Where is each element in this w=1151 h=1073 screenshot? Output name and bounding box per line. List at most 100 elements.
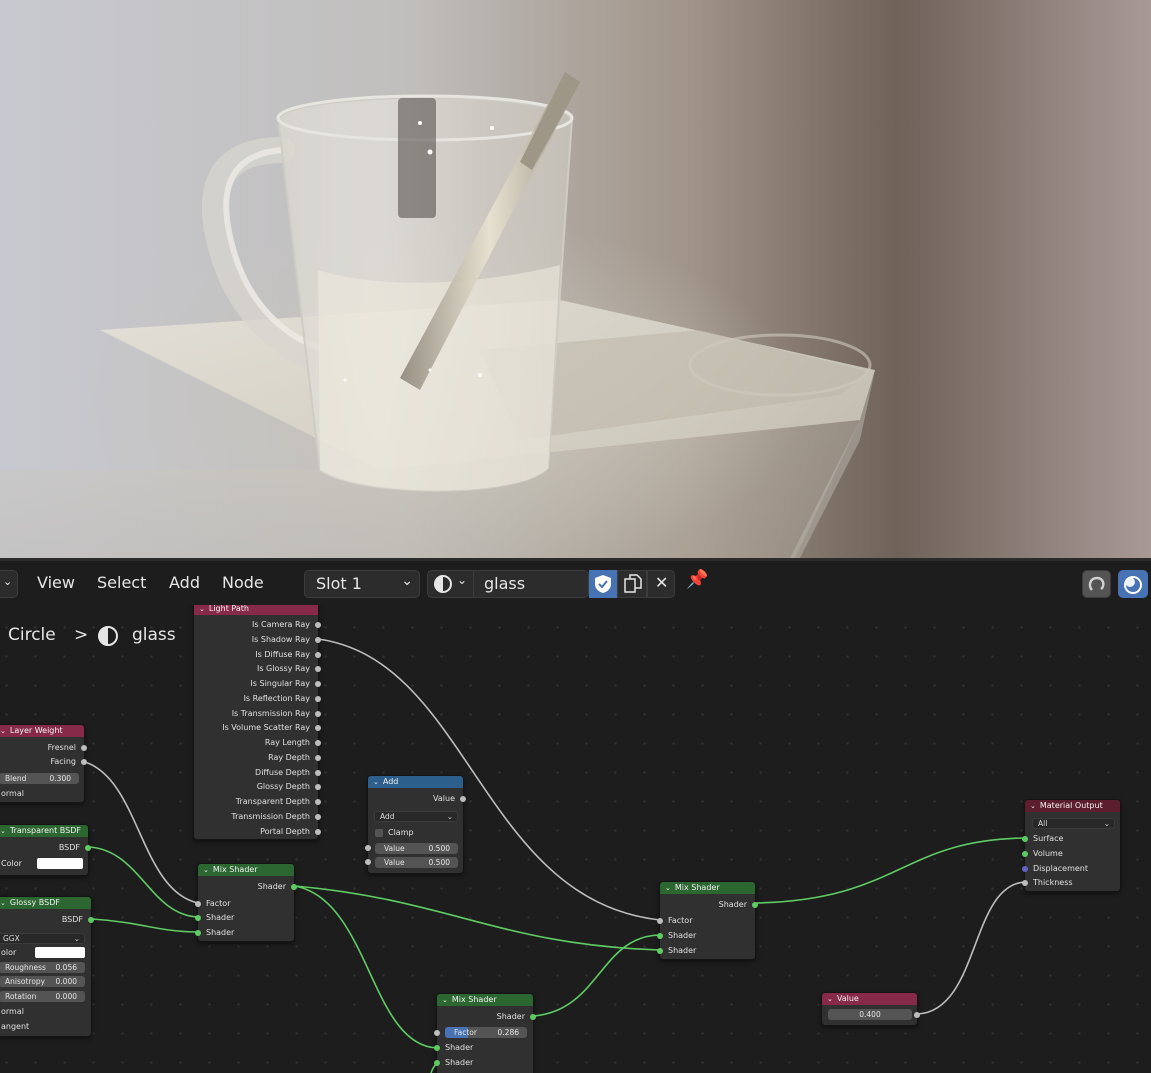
collapse-icon[interactable]: ⌄: [373, 776, 379, 788]
roughness-field[interactable]: Roughness 0.056: [0, 962, 85, 973]
socket-fresnel[interactable]: [81, 745, 87, 751]
blend-field[interactable]: Blend 0.300: [0, 773, 79, 784]
socket-shader-1[interactable]: [195, 915, 201, 921]
node-header[interactable]: ⌄ Material Output: [1025, 800, 1120, 812]
target-dropdown[interactable]: All ⌄: [1032, 818, 1115, 829]
socket-ray-length[interactable]: [315, 740, 321, 746]
collapse-icon[interactable]: ⌄: [203, 864, 209, 876]
socket-diffuse-depth[interactable]: [315, 769, 321, 776]
node-header[interactable]: ⌄ Glossy BSDF: [0, 897, 91, 909]
menu-add[interactable]: Add: [169, 573, 200, 592]
socket-factor[interactable]: [434, 1030, 440, 1036]
socket-is-volume-scatter-ray[interactable]: [315, 725, 321, 732]
fake-user-button[interactable]: [589, 570, 617, 598]
material-output-node[interactable]: ⌄ Material Output All ⌄ Surface Volume Dis…: [1022, 799, 1121, 892]
socket-value[interactable]: [914, 1012, 920, 1018]
material-sphere-icon[interactable]: [434, 575, 452, 593]
socket-is-camera-ray[interactable]: [315, 622, 321, 628]
node-header[interactable]: ⌄ Value: [822, 993, 917, 1005]
socket-shader-out[interactable]: [752, 902, 758, 908]
menu-view[interactable]: View: [37, 573, 75, 592]
collapse-icon[interactable]: ⌄: [827, 993, 833, 1005]
socket-facing[interactable]: [81, 759, 87, 765]
collapse-icon[interactable]: ⌄: [1030, 800, 1036, 812]
socket-shader-out[interactable]: [530, 1014, 536, 1020]
socket-glossy-depth[interactable]: [315, 784, 321, 791]
editor-type-dropdown[interactable]: ⌄: [0, 570, 18, 598]
distribution-dropdown[interactable]: GGX ⌄: [0, 933, 85, 944]
socket-value-1[interactable]: [365, 845, 371, 851]
socket-shader-2[interactable]: [195, 930, 201, 936]
node-header[interactable]: ⌄ Layer Weight: [0, 725, 84, 737]
render-viewport[interactable]: [0, 0, 1151, 558]
material-selector[interactable]: ⌄ glass: [427, 570, 589, 598]
transparent-bsdf-node[interactable]: ⌄ Transparent BSDF BSDF Color: [0, 824, 91, 876]
socket-is-reflection-ray[interactable]: [315, 695, 321, 702]
collapse-icon[interactable]: ⌄: [0, 897, 6, 909]
socket-bsdf[interactable]: [85, 845, 91, 851]
socket-volume[interactable]: [1022, 851, 1028, 857]
socket-displacement[interactable]: [1022, 866, 1028, 872]
snapping-toggle[interactable]: [1082, 570, 1111, 598]
mix-shader-node-2[interactable]: ⌄ Mix Shader Shader Factor Shader Shader: [657, 881, 758, 960]
mix-shader-node-1[interactable]: ⌄ Mix Shader Shader Factor Shader Shader: [195, 863, 297, 942]
color-swatch[interactable]: [37, 858, 83, 869]
glossy-bsdf-node[interactable]: ⌄ Glossy BSDF BSDF GGX ⌄ olor Roughness 0.0…: [0, 896, 94, 1037]
node-header[interactable]: ⌄ Transparent BSDF: [0, 825, 88, 837]
collapse-icon[interactable]: ⌄: [0, 825, 6, 837]
value-2-field[interactable]: Value 0.500: [375, 857, 458, 868]
socket-value[interactable]: [460, 796, 466, 802]
socket-surface[interactable]: [1022, 836, 1028, 842]
collapse-icon[interactable]: ⌄: [665, 882, 671, 894]
socket-shader-2[interactable]: [434, 1060, 440, 1066]
socket-shader-2[interactable]: [657, 948, 663, 954]
light-path-node[interactable]: ⌄ Light Path Is Camera Ray Is Shadow Ray Is…: [193, 605, 321, 840]
menu-node[interactable]: Node: [222, 573, 264, 592]
pin-icon[interactable]: 📌: [686, 569, 708, 590]
socket-is-glossy-ray[interactable]: [315, 666, 321, 673]
node-header[interactable]: ⌄ Add: [368, 776, 463, 788]
rotation-field[interactable]: Rotation 0.000: [0, 991, 85, 1002]
mix-shader-node-3[interactable]: ⌄ Mix Shader Shader Factor 0.286 Shader S…: [434, 993, 536, 1073]
socket-bsdf[interactable]: [88, 917, 94, 923]
overlay-toggle[interactable]: [1118, 570, 1148, 598]
socket-transmission-depth[interactable]: [315, 813, 321, 820]
color-swatch[interactable]: [35, 947, 85, 958]
node-header[interactable]: ⌄ Light Path: [194, 605, 318, 615]
socket-is-shadow-ray[interactable]: [315, 636, 321, 643]
socket-is-diffuse-ray[interactable]: [315, 651, 321, 658]
operation-dropdown[interactable]: Add ⌄: [374, 811, 458, 822]
layer-weight-node[interactable]: ⌄ Layer Weight Fresnel Facing Blend 0.300 …: [0, 724, 87, 803]
collapse-icon[interactable]: ⌄: [199, 605, 205, 615]
anisotropy-field[interactable]: Anisotropy 0.000: [0, 976, 85, 987]
socket-is-singular-ray[interactable]: [315, 681, 321, 687]
add-math-node[interactable]: ⌄ Add Value Add ⌄ Clamp Value 0.500 Value 0.…: [365, 775, 466, 874]
socket-transparent-depth[interactable]: [315, 799, 321, 805]
socket-value-2[interactable]: [365, 859, 371, 865]
socket-factor[interactable]: [195, 901, 201, 907]
socket-is-transmission-ray[interactable]: [315, 710, 321, 717]
collapse-icon[interactable]: ⌄: [442, 994, 448, 1006]
slot-dropdown[interactable]: Slot 1 ⌄: [304, 570, 420, 598]
socket-thickness[interactable]: [1022, 880, 1028, 886]
socket-shader-out[interactable]: [291, 884, 297, 890]
node-header[interactable]: ⌄ Mix Shader: [198, 864, 294, 876]
node-header[interactable]: ⌄ Mix Shader: [437, 994, 533, 1006]
factor-slider[interactable]: Factor 0.286: [445, 1027, 527, 1038]
value-1-field[interactable]: Value 0.500: [375, 843, 458, 854]
socket-ray-depth[interactable]: [315, 754, 321, 761]
node-header[interactable]: ⌄ Mix Shader: [660, 882, 755, 894]
socket-shader-1[interactable]: [434, 1045, 440, 1051]
menu-select[interactable]: Select: [97, 573, 146, 592]
value-node[interactable]: ⌄ Value 0.400: [821, 992, 920, 1026]
socket-factor[interactable]: [657, 918, 663, 924]
collapse-icon[interactable]: ⌄: [0, 725, 6, 737]
socket-shader-1[interactable]: [657, 933, 663, 939]
value-field[interactable]: 0.400: [828, 1009, 912, 1020]
duplicate-material-button[interactable]: [617, 570, 647, 598]
clamp-checkbox[interactable]: [375, 829, 383, 837]
material-name-field[interactable]: glass: [484, 574, 525, 593]
unlink-material-button[interactable]: ✕: [647, 570, 675, 598]
socket-portal-depth[interactable]: [315, 828, 321, 835]
node-canvas[interactable]: Circle > glass ⌄ Light Path Is Camera Ray…: [0, 605, 1151, 1073]
